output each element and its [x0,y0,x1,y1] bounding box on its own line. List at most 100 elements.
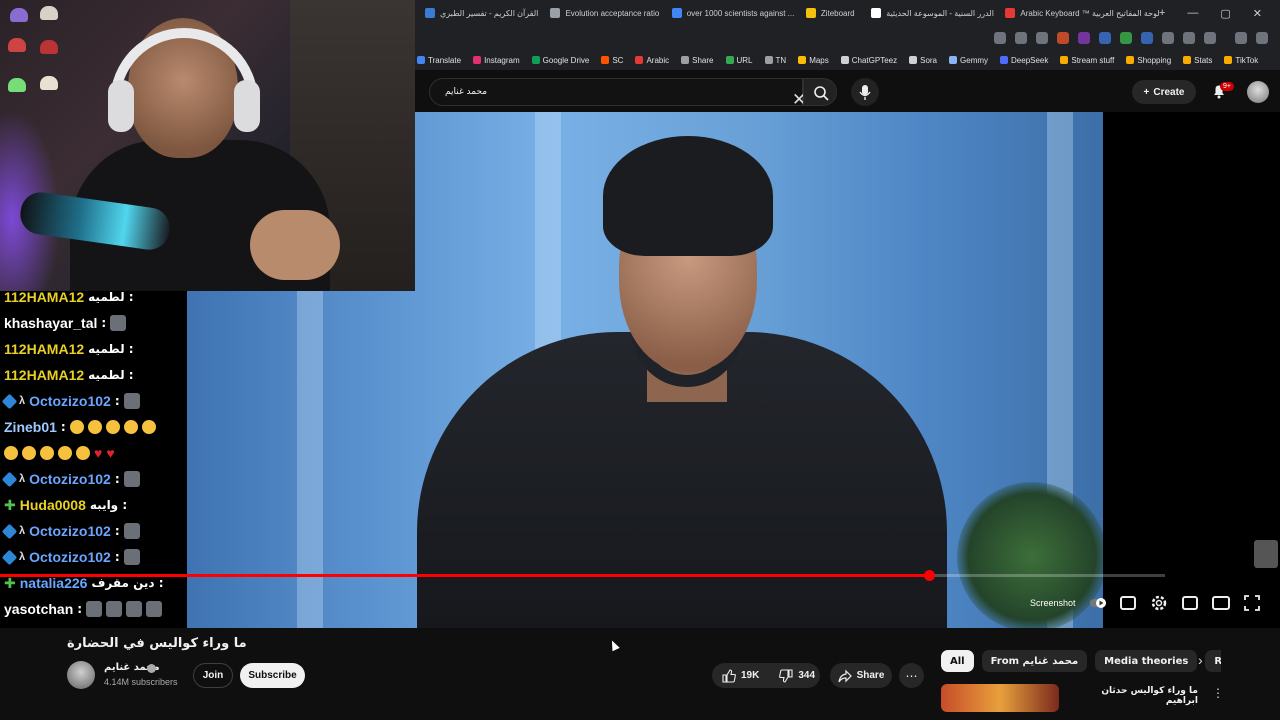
bookmark-item[interactable]: Sora [909,56,937,65]
settings-gear-icon[interactable] [1150,594,1168,612]
bookmark-item[interactable]: SC [601,56,623,65]
recommendation-title[interactable]: ما وراء كواليس حدثان ابراهيم [1068,686,1198,706]
recommendation-chips: All From محمد غنايم Media theories Related [941,650,1221,672]
bookmark-item[interactable]: Gemmy [949,56,988,65]
bookmark-item[interactable]: Google Drive [531,56,589,65]
progress-bar[interactable] [0,570,1165,581]
lambda-badge-icon: λ [19,525,26,537]
brave-shield-icon[interactable] [1057,32,1069,44]
chat-username[interactable]: yasotchan [4,601,73,617]
bookmark-item[interactable]: Stream stuff [1060,56,1114,65]
filter-chip[interactable]: Related [1205,650,1221,672]
chat-username[interactable]: Zineb01 [4,419,57,435]
maximize-button[interactable]: ▢ [1220,7,1230,20]
bookmark-item[interactable]: ChatGPTeez [840,56,897,65]
sidebar-icon[interactable] [1204,32,1216,44]
chevron-right-icon[interactable]: › [1198,652,1203,668]
bookmark-item[interactable]: Instagram [473,56,520,65]
extensions-puzzle-icon[interactable] [1162,32,1174,44]
bookmark-item[interactable]: Stats [1183,56,1212,65]
bookmark-icon [681,56,690,64]
join-button[interactable]: Join [193,663,233,688]
bookmark-item[interactable]: TikTok [1224,56,1258,65]
bookmark-item[interactable]: Share [681,56,714,65]
search-button[interactable] [803,78,837,106]
miniplayer-icon[interactable] [1181,596,1198,610]
bookmark-item[interactable]: URL [725,56,753,65]
dislike-button[interactable]: 344 [769,663,825,688]
subscriber-count: 4.14M subscribers [104,677,178,687]
chat-username[interactable]: 112HAMA12 [4,367,84,383]
laughing-emoji-icon [40,446,54,460]
browser-tab[interactable]: over 1000 scientists against ... [662,0,796,26]
filter-chip[interactable]: Media theories [1095,650,1198,672]
more-actions-button[interactable]: ⋯ [899,663,924,688]
bookmark-icon [798,56,807,64]
browser-tab[interactable]: القرآن الكريم - تفسير الطبري [415,0,540,26]
minimize-button[interactable]: — [1187,7,1198,20]
channel-avatar[interactable] [67,661,95,689]
share-button[interactable]: Share [830,663,892,688]
extension-icon[interactable] [1141,32,1153,44]
chat-username[interactable]: 112HAMA12 [4,289,84,305]
headset-earcup [234,80,260,132]
extension-icon[interactable] [1120,32,1132,44]
profile-icon[interactable] [1256,32,1268,44]
create-button[interactable]: + Create [1132,80,1196,104]
search-input[interactable] [435,79,765,105]
extension-icon[interactable] [1099,32,1111,44]
progress-scrubber[interactable] [924,570,935,581]
chat-username[interactable]: Octozizo102 [29,523,111,539]
chat-username[interactable]: Octozizo102 [29,393,111,409]
bookmark-item[interactable]: Shopping [1126,56,1171,65]
media-icon[interactable] [1235,32,1247,44]
browser-tab[interactable]: Arabic Keyboard ™ لوحة المفاتيح العربية [995,0,1159,26]
filter-chip[interactable]: From محمد غنايم [981,650,1088,672]
emote-image-icon [106,601,123,617]
chat-username[interactable]: 112HAMA12 [4,341,84,357]
plus-badge-icon: ✚ [4,574,16,591]
bookmark-label: TN [775,55,787,65]
chat-message: Zineb01: [4,416,156,438]
extension-icon[interactable] [1078,32,1090,44]
voice-search-button[interactable] [851,78,879,106]
streamer-webcam [0,0,415,291]
account-avatar[interactable] [1247,81,1269,103]
filter-chip[interactable]: All [941,650,974,672]
chat-username[interactable]: Octozizo102 [29,549,111,565]
bookmark-label: Sora [920,55,938,65]
bookmark-item[interactable]: Translate [417,56,461,65]
bookmark-item[interactable]: Arabic [635,56,669,65]
browser-tab[interactable]: Evolution acceptance ratio [540,0,661,26]
kebab-menu-icon[interactable]: ⋮ [1212,686,1224,700]
chat-username[interactable]: khashayar_tal [4,315,97,331]
close-window-button[interactable]: ✕ [1253,7,1262,20]
bookmark-icon[interactable] [1183,32,1195,44]
subscribe-button[interactable]: Subscribe [240,663,305,688]
new-tab-button[interactable]: + [1159,7,1165,20]
bookmark-item[interactable]: TN [764,55,787,65]
share-icon[interactable] [1036,32,1048,44]
theater-mode-icon[interactable] [1211,596,1230,610]
fullscreen-icon[interactable] [1243,595,1260,611]
laughing-emoji-icon [87,420,102,434]
verified-icon [147,664,156,673]
laughing-emoji-icon [141,420,156,434]
bookmark-item[interactable]: Maps [798,56,829,65]
bookmark-item[interactable]: DeepSeek [1000,56,1048,65]
zoom-icon[interactable] [1015,32,1027,44]
screenshot-label[interactable]: Screenshot [1030,598,1076,608]
autoplay-toggle-icon[interactable] [1089,595,1106,611]
browser-tab[interactable]: Ziteboard [796,0,861,26]
bookmark-label: Gemmy [960,55,989,65]
captions-icon[interactable] [1119,596,1136,610]
cast-icon[interactable] [994,32,1006,44]
chat-username[interactable]: Huda0008 [20,497,86,513]
chat-username[interactable]: natalia226 [20,575,88,591]
browser-tab[interactable]: الدرر السنية - الموسوعة الحديثية [861,0,995,26]
recommendation-thumbnail[interactable] [941,684,1059,712]
chat-username[interactable]: Octozizo102 [29,471,111,487]
bookmark-label: SC [612,55,624,65]
streamer-hand [250,210,340,280]
like-button[interactable]: 19K [712,663,769,688]
